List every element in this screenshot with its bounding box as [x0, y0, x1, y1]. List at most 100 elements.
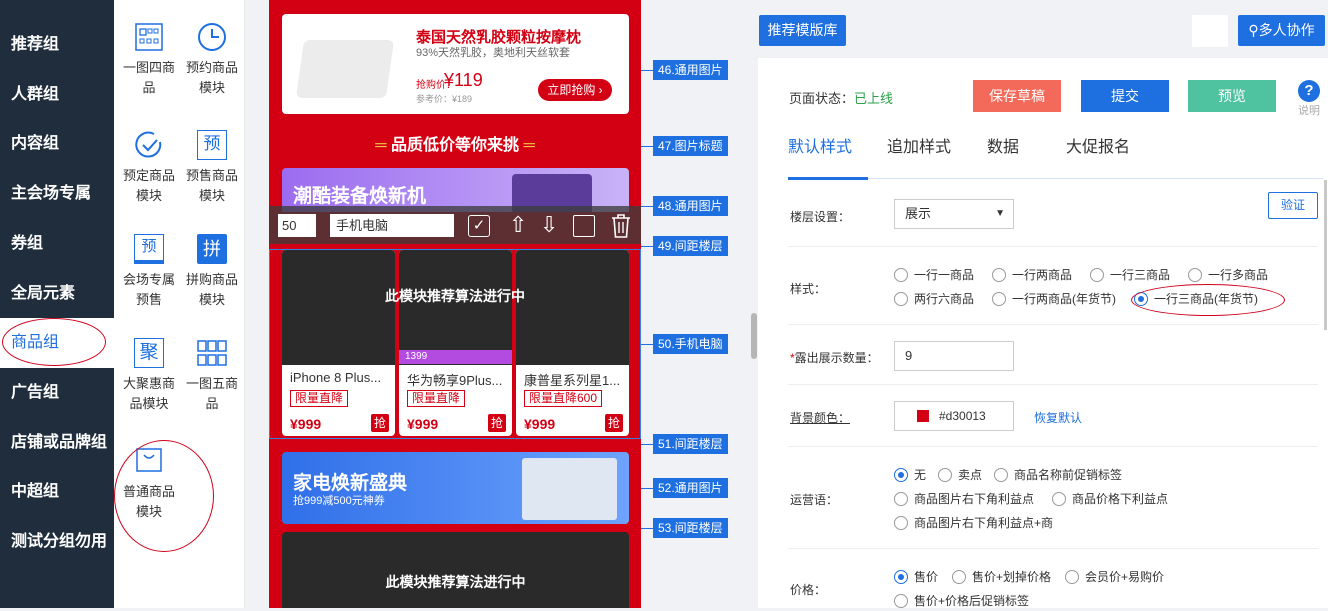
settings-panel: 页面状态：已上线 保存草稿 提交 预览 ? 说明 默认样式 追加样式 数据 大促… [758, 58, 1328, 608]
floor-setting-select[interactable]: 展示 ▼ [894, 199, 1014, 229]
ops-option[interactable]: 商品图片右下角利益点+商 [894, 514, 1053, 531]
bg-color-input[interactable]: #d30013 [894, 401, 1014, 431]
floor-tag[interactable]: 52.通用图片 [653, 478, 728, 498]
delete-icon[interactable] [610, 213, 632, 239]
module-predetermine[interactable]: 预定商品模块 [117, 130, 181, 206]
floor-tag[interactable]: 47.图片标题 [653, 136, 728, 156]
tab-promotion-signup[interactable]: 大促报名 [1066, 133, 1130, 157]
floor-tag[interactable]: 49.间距楼层 [653, 236, 728, 256]
canvas-scrollbar[interactable] [751, 313, 757, 359]
style-option[interactable]: 一行三商品 [1090, 266, 1170, 283]
floor-tag[interactable]: 50.手机电脑 [653, 334, 728, 354]
settings-scrollbar[interactable] [1324, 180, 1327, 330]
style-option-label: 一行三商品 [1110, 268, 1171, 282]
product-card[interactable]: 康普星系列星1... 限量直降600 ¥999 抢 [516, 250, 629, 436]
group-content[interactable]: 内容组 [0, 119, 114, 169]
module-one-four[interactable]: 一图四商品 [117, 22, 181, 98]
product-card[interactable]: 1399 华为畅享9Plus... 限量直降 ¥999 抢 [399, 250, 512, 436]
group-ad[interactable]: 广告组 [0, 368, 114, 418]
appliance-banner[interactable]: 家电焕新盛典 抢999减500元神券 [282, 452, 629, 524]
price-option[interactable]: 会员价+易购价 [1065, 568, 1164, 585]
floor-tag[interactable]: 46.通用图片 [653, 60, 728, 80]
tab-default-style[interactable]: 默认样式 [788, 133, 852, 157]
divider [788, 548, 1318, 549]
product-price: ¥999 [290, 416, 322, 432]
status-label: 页面状态： [789, 91, 855, 106]
group-crowd[interactable]: 人群组 [0, 70, 114, 120]
ops-option-selected[interactable]: 无 [894, 466, 926, 483]
product-image [516, 250, 629, 365]
grab-icon[interactable]: 抢 [488, 414, 506, 432]
group-store-brand[interactable]: 店铺或品牌组 [0, 418, 114, 468]
ops-option[interactable]: 卖点 [938, 466, 982, 483]
group-main-venue[interactable]: 主会场专属 [0, 169, 114, 219]
ops-row1: 无 卖点 商品名称前促销标签 [894, 466, 1314, 485]
floor-tag[interactable]: 53.间距楼层 [653, 518, 728, 538]
module-label: 大聚惠商品模块 [122, 376, 175, 411]
title-bar: ═ 品质低价等你来挑 ═ [269, 128, 641, 164]
style-option[interactable]: 两行六商品 [894, 290, 974, 307]
price-option[interactable]: 售价+划掉价格 [952, 568, 1051, 585]
group-global[interactable]: 全局元素 [0, 269, 114, 319]
style-option[interactable]: 一行两商品(年货节) [992, 290, 1116, 307]
module-presale[interactable]: 预 预售商品模块 [180, 130, 244, 206]
style-options-row1: 一行一商品 一行两商品 一行三商品 一行多商品 [894, 266, 1314, 285]
deco-left: ═ [375, 137, 391, 154]
module-reserve[interactable]: 预约商品模块 [180, 22, 244, 98]
reset-color-link[interactable]: 恢复默认 [1034, 409, 1082, 426]
module-name-input[interactable]: 手机电脑 [330, 214, 454, 237]
bottom-product-module[interactable]: 此模块推荐算法进行中 [282, 532, 629, 608]
price-option[interactable]: 售价+价格后促销标签 [894, 592, 1029, 609]
save-draft-button[interactable]: 保存草稿 [973, 80, 1061, 112]
verify-button[interactable]: 验证 [1268, 192, 1318, 219]
tab-data[interactable]: 数据 [987, 133, 1019, 157]
help-icon[interactable]: ? [1298, 80, 1320, 102]
pillow-banner[interactable]: 泰国天然乳胶颗粒按摩枕 93%天然乳胶，奥地利天丝软套 抢购价： ¥119 参考… [282, 14, 629, 114]
move-up-icon[interactable]: ⇧ [509, 212, 527, 238]
grab-icon[interactable]: 抢 [371, 414, 389, 432]
radio-icon [1090, 267, 1105, 282]
group-super[interactable]: 中超组 [0, 467, 114, 517]
product-card[interactable]: iPhone 8 Plus... 限量直降 ¥999 抢 [282, 250, 395, 436]
floor-tag[interactable]: 51.间距楼层 [653, 434, 728, 454]
module-juhui[interactable]: 聚 大聚惠商品模块 [117, 338, 181, 414]
floor-tag[interactable]: 48.通用图片 [653, 196, 728, 216]
grab-icon[interactable]: 抢 [605, 414, 623, 432]
divider [788, 446, 1318, 447]
count-input[interactable]: 9 [894, 341, 1014, 371]
pillow-image [295, 40, 395, 98]
module-panel: 一图四商品 预约商品模块 预定商品模块 预 预售商品模块 预 会场专属预售 拼 … [114, 0, 245, 608]
radio-icon [894, 593, 908, 608]
ops-option[interactable]: 商品名称前促销标签 [994, 466, 1122, 483]
blank-button[interactable] [1192, 15, 1228, 47]
group-test[interactable]: 测试分组勿用 [0, 517, 114, 567]
group-coupon[interactable]: 券组 [0, 219, 114, 269]
module-venue-presale[interactable]: 预 会场专属预售 [117, 234, 181, 310]
style-label: 样式： [790, 282, 827, 296]
tab-extra-style[interactable]: 追加样式 [887, 133, 951, 157]
radio-icon [1065, 569, 1080, 584]
collaborate-button[interactable]: ⚲多人协作 [1238, 15, 1325, 46]
product-price: ¥999 [524, 416, 556, 432]
move-down-icon[interactable]: ⇩ [540, 212, 558, 238]
banner2-title: 潮酷装备焕新机 [293, 186, 427, 207]
module-pingou[interactable]: 拼 拼购商品模块 [180, 234, 244, 310]
copy-icon[interactable] [573, 215, 595, 237]
price-option-label: 售价+价格后促销标签 [914, 594, 1030, 608]
ops-option[interactable]: 商品价格下利益点 [1052, 490, 1168, 507]
module-one-five[interactable]: 一图五商品 [180, 338, 244, 414]
sort-number-input[interactable]: 50 [278, 214, 316, 237]
style-option[interactable]: 一行一商品 [894, 266, 974, 283]
confirm-icon[interactable]: ✓ [468, 215, 490, 237]
style-option[interactable]: 一行两商品 [992, 266, 1072, 283]
group-recommend[interactable]: 推荐组 [0, 20, 114, 70]
submit-button[interactable]: 提交 [1081, 80, 1169, 112]
price-option-selected[interactable]: 售价 [894, 568, 938, 585]
buy-now-button[interactable]: 立即抢购 › [538, 79, 612, 101]
ops-row2: 商品图片右下角利益点 商品价格下利益点 [894, 490, 1314, 509]
preview-button[interactable]: 预览 [1188, 80, 1276, 112]
ops-option[interactable]: 商品图片右下角利益点 [894, 490, 1034, 507]
template-library-button[interactable]: 推荐模版库 [759, 15, 846, 46]
ref-price: 参考价：¥189 [416, 94, 473, 104]
style-option[interactable]: 一行多商品 [1188, 266, 1268, 283]
